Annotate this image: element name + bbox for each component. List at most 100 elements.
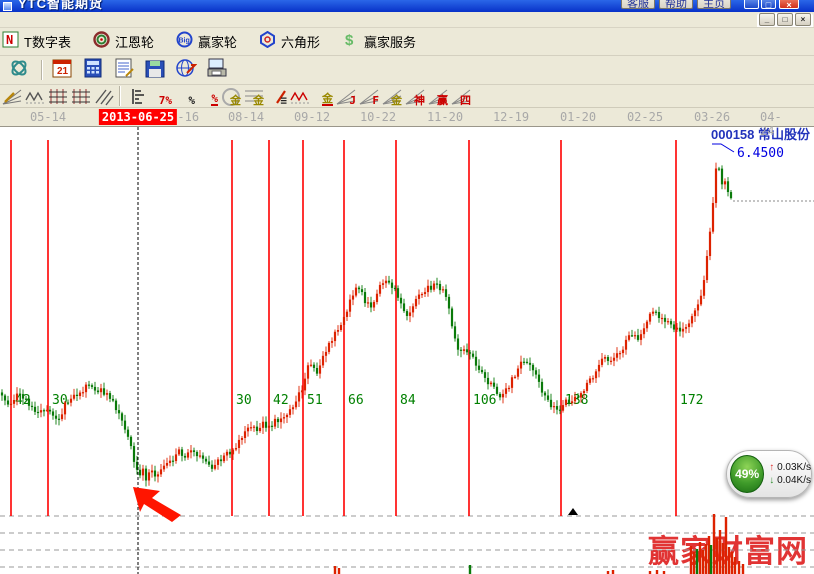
candle-body xyxy=(493,383,495,387)
mdi-close-button[interactable]: × xyxy=(795,13,811,26)
candle-body xyxy=(664,318,666,322)
candle-body xyxy=(445,289,447,297)
candle-body xyxy=(517,369,519,377)
candle-body xyxy=(196,452,198,456)
candle-body xyxy=(139,470,141,476)
gold-angle-icon[interactable]: 金 xyxy=(382,87,403,106)
n-table-icon: N xyxy=(2,31,19,53)
network-speed-badge[interactable]: 49% ↑ 0.03K/s ↓ 0.04K/s xyxy=(726,450,812,498)
candle-body xyxy=(49,410,51,412)
candle-body xyxy=(478,366,480,370)
toolbar-item-gann-wheel[interactable]: 江恩轮 xyxy=(93,31,154,53)
calculator-icon[interactable] xyxy=(82,57,113,84)
gold-underline-icon[interactable]: 金 xyxy=(313,87,334,106)
candle-body xyxy=(346,312,348,317)
toolbar-item-winner-wheel[interactable]: Big赢家轮 xyxy=(176,31,237,53)
candle-body xyxy=(619,353,621,354)
candle-body xyxy=(7,400,9,404)
maximize-button[interactable]: □ xyxy=(761,0,776,9)
candle-body xyxy=(670,321,672,324)
percent7-icon[interactable]: 7% xyxy=(152,87,173,106)
candle-body xyxy=(388,281,390,283)
printer-icon[interactable] xyxy=(206,57,237,84)
close-button[interactable]: × xyxy=(779,0,799,9)
zigzag-icon[interactable] xyxy=(25,87,46,106)
candle-body xyxy=(721,169,723,185)
candle-body xyxy=(250,427,252,428)
candle-body xyxy=(25,399,27,400)
candle-body xyxy=(73,395,75,399)
dollar-icon: $ xyxy=(342,31,359,53)
price-levels-icon[interactable] xyxy=(129,87,150,106)
date-tick: 04-24 xyxy=(760,110,796,138)
toolbar-item-n-table[interactable]: NT数字表 xyxy=(2,31,71,53)
candle-body xyxy=(199,455,201,456)
candle-body xyxy=(712,203,714,232)
candle-body xyxy=(280,418,282,422)
candle-body xyxy=(613,358,615,361)
candle-body xyxy=(223,455,225,461)
candle-body xyxy=(703,280,705,296)
j-angle-icon[interactable]: J xyxy=(336,87,357,106)
percent-line-icon[interactable]: % xyxy=(198,87,219,106)
percent-icon[interactable]: % xyxy=(175,87,196,106)
gold-circle-icon[interactable]: 金 xyxy=(221,87,242,106)
candle-body xyxy=(94,387,96,391)
candle-body xyxy=(337,330,339,332)
gann-grid2-icon[interactable] xyxy=(71,87,92,106)
volume-bar xyxy=(705,544,707,574)
volume-bar xyxy=(338,568,340,574)
shen-angle-icon[interactable]: 神 xyxy=(405,87,426,106)
candle-body xyxy=(598,365,600,371)
candle-body xyxy=(436,283,438,284)
f-angle-icon[interactable]: F xyxy=(359,87,380,106)
candle-body xyxy=(289,409,291,415)
globe-icon[interactable] xyxy=(175,57,206,84)
candle-body xyxy=(13,400,15,404)
candle-body xyxy=(484,372,486,378)
trend-pencil-icon[interactable] xyxy=(2,87,23,106)
toolbar-separator xyxy=(119,86,121,106)
notepad-icon[interactable] xyxy=(113,57,144,84)
toolbar-separator xyxy=(41,60,43,80)
toolbar-item-dollar[interactable]: $赢家服务 xyxy=(342,31,416,53)
candle-body xyxy=(490,383,492,385)
anchor-date-highlight[interactable]: 2013-06-25 xyxy=(99,109,177,125)
gold-lines-icon[interactable]: 金 xyxy=(244,87,265,106)
svg-text:Big: Big xyxy=(178,37,189,44)
gann-cycle-label: 30 xyxy=(236,393,252,408)
candle-body xyxy=(220,459,222,461)
candle-body xyxy=(64,403,66,415)
pen-bars-icon[interactable]: ≡ xyxy=(267,87,288,106)
volume-bar xyxy=(612,570,614,574)
toolbar-item-hexagon[interactable]: 六角形 xyxy=(259,31,320,53)
candle-body xyxy=(640,334,642,340)
upload-arrow-icon: ↑ xyxy=(769,462,774,473)
volume-bar xyxy=(719,530,721,574)
candle-body xyxy=(211,465,213,469)
four-angle-icon[interactable]: 四 xyxy=(451,87,472,106)
candle-body xyxy=(151,471,153,473)
gann-grid-icon[interactable] xyxy=(48,87,69,106)
minimize-button[interactable]: _ xyxy=(744,0,759,9)
candle-body xyxy=(676,328,678,330)
candle-body xyxy=(331,341,333,343)
titlebar-button-1[interactable]: 客服 xyxy=(621,0,655,9)
save-icon[interactable] xyxy=(144,57,175,84)
knot-icon[interactable] xyxy=(8,57,39,84)
mdi-minimize-button[interactable]: _ xyxy=(759,13,775,26)
calendar-icon[interactable]: 21 xyxy=(51,57,82,84)
mdi-restore-button[interactable]: □ xyxy=(777,13,793,26)
candle-body xyxy=(577,397,579,398)
wave-grid-icon[interactable] xyxy=(290,87,311,106)
titlebar-button-3[interactable]: 主页 xyxy=(697,0,731,9)
candle-body xyxy=(301,390,303,392)
candle-body xyxy=(424,292,426,294)
parallel-lines-icon[interactable] xyxy=(94,87,115,106)
candle-body xyxy=(592,378,594,379)
candle-body xyxy=(70,399,72,403)
candle-body xyxy=(514,377,516,378)
candle-body xyxy=(658,312,660,318)
titlebar-button-2[interactable]: 帮助 xyxy=(659,0,693,9)
win-angle-icon[interactable]: 赢 xyxy=(428,87,449,106)
